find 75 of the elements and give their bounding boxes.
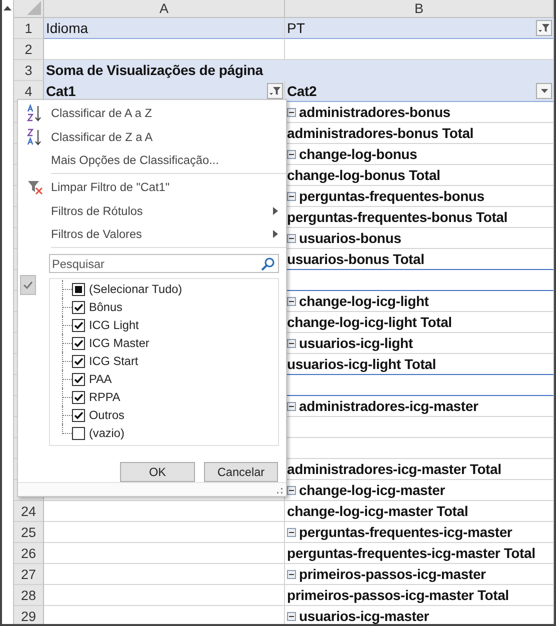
table-cell: perguntas-frequentes-icg-master — [285, 522, 554, 543]
clear-filter-icon — [26, 178, 42, 195]
checkbox-label[interactable]: Bônus — [89, 300, 122, 314]
checkbox[interactable] — [72, 408, 85, 422]
checkbox-label[interactable]: PAA — [89, 372, 112, 386]
table-cell: Cat2 — [285, 81, 554, 102]
collapse-icon[interactable] — [287, 528, 296, 536]
checkbox[interactable] — [72, 372, 85, 386]
sort-icon — [26, 128, 42, 146]
menu-item[interactable]: Limpar Filtro de "Cat1" — [18, 175, 286, 199]
row-header[interactable]: 28 — [14, 585, 44, 606]
search-field[interactable]: Pesquisar — [49, 254, 279, 274]
checkbox[interactable] — [72, 300, 85, 314]
filter-button[interactable] — [536, 83, 552, 99]
table-cell: perguntas-frequentes-icg-master Total — [285, 543, 554, 564]
row-header[interactable]: 2 — [14, 39, 44, 60]
search-icon[interactable] — [261, 257, 275, 272]
checkbox[interactable] — [72, 282, 85, 296]
table-cell: Idioma — [44, 18, 285, 39]
row-header[interactable]: 1 — [14, 18, 44, 39]
cancel-button[interactable]: Cancelar — [204, 462, 278, 482]
scroll-up-icon[interactable] — [3, 5, 12, 11]
menu-item[interactable]: Mais Opções de Classificação... — [18, 148, 286, 172]
table-cell: PT — [285, 18, 554, 39]
checkbox[interactable] — [72, 336, 85, 350]
resize-grip-icon[interactable] — [276, 487, 283, 494]
table-cell: usuarios-icg-master — [285, 606, 554, 624]
table-cell: primeiros-passos-icg-master — [285, 564, 554, 585]
collapse-icon[interactable] — [287, 108, 296, 116]
filter-button[interactable] — [267, 83, 283, 99]
collapse-icon[interactable] — [287, 338, 296, 348]
row-header[interactable]: 27 — [14, 564, 44, 585]
table-cell: Soma de Visualizações de página — [44, 60, 285, 81]
select-toggle-button[interactable] — [20, 275, 36, 296]
collapse-icon[interactable] — [287, 486, 296, 494]
checkbox-label[interactable]: ICG Light — [89, 318, 139, 332]
menu-item[interactable]: Classificar de A a Z — [18, 101, 286, 125]
row-header[interactable]: 26 — [14, 543, 44, 564]
checkbox[interactable] — [72, 354, 85, 368]
row-header[interactable]: 29 — [14, 606, 44, 624]
checkbox-label[interactable]: (vazio) — [89, 426, 124, 440]
collapse-icon[interactable] — [287, 570, 296, 578]
collapse-icon[interactable] — [287, 296, 296, 306]
checkbox[interactable] — [72, 390, 85, 404]
submenu-arrow-icon — [273, 206, 278, 215]
submenu-arrow-icon — [273, 230, 278, 238]
table-cell: primeiros-passos-icg-master Total — [285, 585, 554, 606]
row-header[interactable]: 24 — [14, 501, 44, 522]
collapse-icon[interactable] — [287, 192, 296, 200]
collapse-icon[interactable] — [287, 402, 296, 410]
filter-icon — [269, 86, 281, 96]
filter-button[interactable] — [536, 20, 552, 36]
filter-icon — [538, 23, 550, 33]
check-icon — [23, 281, 33, 290]
checkbox-label[interactable]: ICG Start — [89, 354, 138, 368]
checkbox-label[interactable]: Outros — [89, 408, 124, 422]
column-header[interactable]: B — [285, 0, 554, 17]
menu-item[interactable]: Classificar de Z a A — [18, 124, 286, 148]
row-header[interactable]: 25 — [14, 522, 44, 543]
collapse-icon[interactable] — [287, 612, 296, 620]
collapse-icon[interactable] — [287, 150, 296, 158]
checkbox-label[interactable]: (Selecionar Tudo) — [89, 282, 182, 296]
sort-icon — [26, 104, 42, 122]
checkbox-label[interactable]: ICG Master — [89, 336, 150, 350]
ok-button[interactable]: OK — [120, 462, 195, 482]
menu-item[interactable]: Filtros de Valores — [18, 222, 286, 246]
caret-icon — [540, 89, 548, 93]
collapse-icon[interactable] — [287, 234, 296, 242]
row-header[interactable]: 3 — [14, 60, 44, 81]
checkbox[interactable] — [72, 426, 85, 440]
menu-item[interactable]: Filtros de Rótulos — [18, 198, 286, 222]
column-header[interactable]: A — [44, 0, 285, 17]
checkbox[interactable] — [72, 318, 85, 332]
table-cell: change-log-icg-master Total — [285, 501, 554, 522]
checkbox-label[interactable]: RPPA — [89, 390, 120, 404]
